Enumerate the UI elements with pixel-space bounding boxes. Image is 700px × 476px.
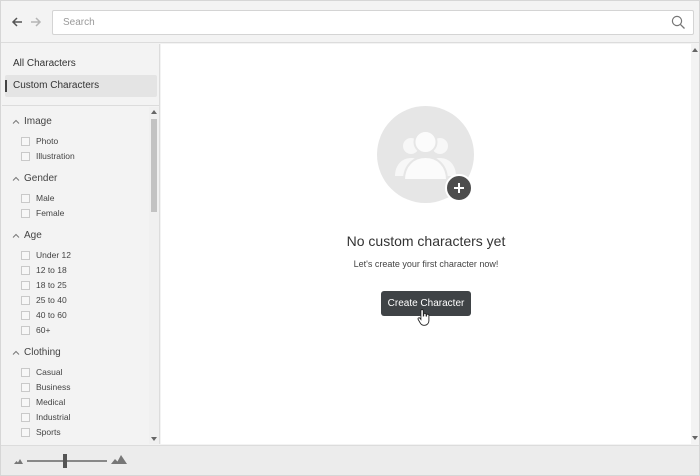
filter-group-label: Age	[24, 230, 42, 241]
filter-option-casual[interactable]: Casual	[21, 366, 62, 378]
add-badge	[445, 174, 473, 202]
zoom-slider[interactable]	[27, 460, 107, 462]
sidebar: All Characters Custom Characters Image P…	[2, 44, 160, 444]
back-button[interactable]	[8, 13, 26, 31]
filter-option-18-to-25[interactable]: 18 to 25	[21, 279, 67, 291]
search-icon[interactable]	[671, 15, 686, 30]
checkbox[interactable]	[21, 310, 30, 320]
checkbox[interactable]	[21, 325, 30, 335]
sidebar-scroll-thumb[interactable]	[151, 119, 157, 212]
filter-option-label: Casual	[36, 367, 63, 377]
zoom-out-mountain-icon[interactable]	[14, 459, 23, 464]
checkbox[interactable]	[21, 280, 30, 290]
filter-option-label: 60+	[36, 325, 51, 335]
chevron-up-icon	[12, 350, 20, 355]
filter-option-label: Industrial	[36, 412, 71, 422]
checkbox[interactable]	[21, 295, 30, 305]
filter-option-label: Under 12	[36, 250, 71, 260]
empty-state-title: No custom characters yet	[346, 233, 506, 249]
filter-group-label: Gender	[24, 173, 58, 184]
filter-group-gender[interactable]: Gender	[11, 172, 57, 186]
filter-option-medical[interactable]: Medical	[21, 396, 65, 408]
search-input[interactable]	[53, 11, 653, 34]
filter-option-label: 40 to 60	[36, 310, 67, 320]
filter-option-sports[interactable]: Sports	[21, 426, 61, 438]
checkbox[interactable]	[21, 397, 30, 407]
zoom-in-mountain-icon[interactable]	[111, 455, 127, 464]
filter-option-label: 25 to 40	[36, 295, 67, 305]
filter-option-label: Male	[36, 193, 55, 203]
checkbox[interactable]	[21, 412, 30, 422]
chevron-up-icon	[12, 176, 20, 181]
filter-option-illustration[interactable]: Illustration	[21, 150, 75, 162]
filter-option-label: Sports	[36, 427, 61, 437]
filter-option-label: 18 to 25	[36, 280, 67, 290]
filter-option-female[interactable]: Female	[21, 207, 64, 219]
empty-state-subtitle: Let's create your first character now!	[353, 259, 499, 269]
scroll-up-arrow-icon[interactable]	[692, 48, 698, 52]
hand-cursor-icon	[417, 309, 430, 326]
arrow-right-icon	[31, 17, 42, 27]
filter-group-image[interactable]: Image	[11, 115, 52, 129]
sidebar-scrollbar[interactable]	[149, 107, 159, 444]
filter-option-male[interactable]: Male	[21, 192, 54, 204]
chevron-up-icon	[12, 233, 20, 238]
checkbox[interactable]	[21, 208, 30, 218]
sidebar-nav: All Characters Custom Characters	[2, 44, 160, 106]
plus-icon	[454, 183, 464, 193]
toolbar	[1, 1, 699, 43]
app-window: All Characters Custom Characters Image P…	[0, 0, 700, 476]
arrow-left-icon	[11, 17, 22, 27]
filter-option-label: Photo	[36, 136, 59, 146]
checkbox[interactable]	[21, 250, 30, 260]
zoom-slider-thumb[interactable]	[62, 454, 67, 468]
filter-option-label: Medical	[36, 397, 66, 407]
sidebar-item-all-characters[interactable]: All Characters	[5, 53, 157, 75]
filter-panel: Image Photo Illustration Gender Male Fem…	[2, 107, 160, 444]
filter-option-label: Business	[36, 382, 71, 392]
filter-group-age[interactable]: Age	[11, 229, 42, 243]
filter-option-25-to-40[interactable]: 25 to 40	[21, 294, 67, 306]
checkbox[interactable]	[21, 382, 30, 392]
main-content: No custom characters yet Let's create yo…	[161, 44, 691, 444]
filter-option-12-to-18[interactable]: 12 to 18	[21, 264, 67, 276]
main-scrollbar[interactable]	[691, 44, 699, 444]
filter-group-label: Clothing	[24, 347, 61, 358]
filter-option-40-to-60[interactable]: 40 to 60	[21, 309, 67, 321]
search-box	[52, 10, 694, 35]
scroll-down-arrow-icon[interactable]	[151, 437, 157, 441]
checkbox[interactable]	[21, 265, 30, 275]
checkbox[interactable]	[21, 136, 30, 146]
bottom-bar	[1, 445, 699, 475]
filter-group-clothing[interactable]: Clothing	[11, 346, 61, 360]
sidebar-item-custom-characters[interactable]: Custom Characters	[5, 75, 157, 97]
filter-option-label: Illustration	[36, 151, 75, 161]
filter-option-photo[interactable]: Photo	[21, 135, 58, 147]
chevron-up-icon	[12, 119, 20, 124]
checkbox[interactable]	[21, 367, 30, 377]
checkbox[interactable]	[21, 427, 30, 437]
filter-option-under-12[interactable]: Under 12	[21, 249, 71, 261]
checkbox[interactable]	[21, 151, 30, 161]
filter-option-label: Female	[36, 208, 65, 218]
filter-option-business[interactable]: Business	[21, 381, 71, 393]
checkbox[interactable]	[21, 193, 30, 203]
forward-button[interactable]	[27, 13, 45, 31]
scroll-down-arrow-icon[interactable]	[692, 436, 698, 440]
filter-option-60-plus[interactable]: 60+	[21, 324, 50, 336]
filter-option-label: 12 to 18	[36, 265, 67, 275]
filter-option-industrial[interactable]: Industrial	[21, 411, 71, 423]
filter-group-label: Image	[24, 116, 52, 127]
scroll-up-arrow-icon[interactable]	[151, 110, 157, 114]
